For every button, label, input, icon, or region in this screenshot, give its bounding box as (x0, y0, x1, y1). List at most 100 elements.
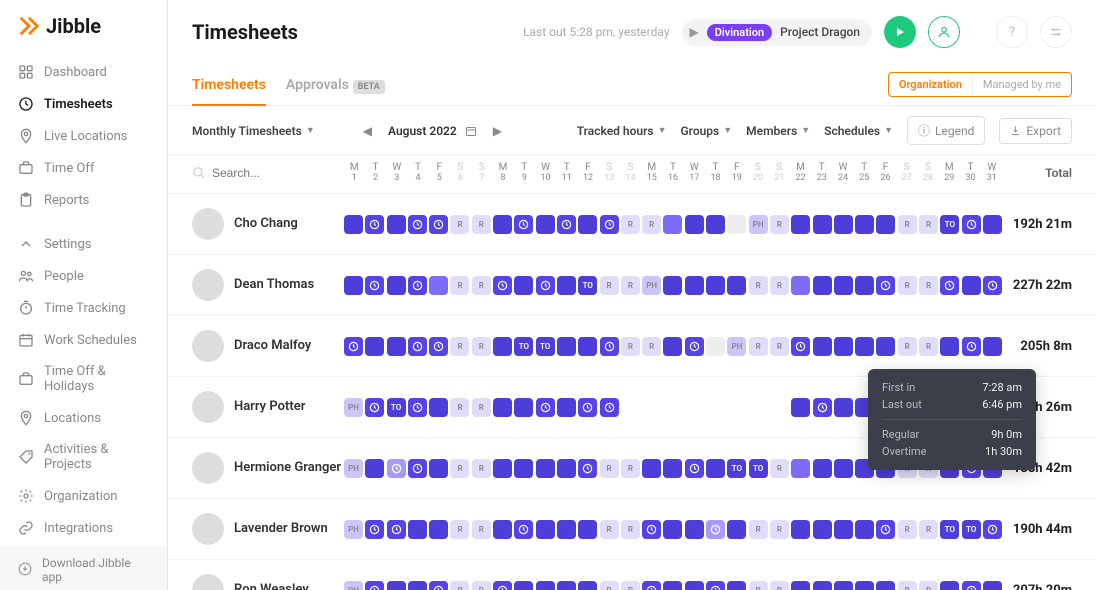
sidebar-item-locations[interactable]: Locations (0, 402, 167, 434)
day-cell[interactable]: R (919, 581, 938, 590)
employee-name[interactable]: Harry Potter (234, 399, 305, 415)
day-cell[interactable]: PH (642, 276, 661, 295)
employee-name[interactable]: Lavender Brown (234, 521, 328, 537)
day-cell[interactable] (663, 520, 682, 539)
day-cell[interactable]: R (621, 581, 640, 590)
day-cell[interactable] (387, 459, 406, 478)
day-cell[interactable]: R (919, 215, 938, 234)
day-cell[interactable] (706, 459, 725, 478)
day-cell[interactable]: R (770, 337, 789, 356)
day-cell[interactable] (962, 215, 981, 234)
day-cell[interactable]: R (621, 215, 640, 234)
day-cell[interactable]: R (472, 520, 491, 539)
day-cell[interactable] (791, 581, 810, 590)
day-cell[interactable] (578, 398, 597, 417)
day-cell[interactable] (408, 215, 427, 234)
play-button[interactable] (884, 16, 916, 48)
day-cell[interactable] (578, 520, 597, 539)
day-cell[interactable] (791, 398, 810, 417)
day-cell[interactable] (983, 276, 1002, 295)
tab-timesheets[interactable]: Timesheets (192, 65, 266, 105)
day-cell[interactable] (685, 581, 704, 590)
day-cell[interactable] (727, 520, 746, 539)
day-cell[interactable]: R (770, 520, 789, 539)
day-cell[interactable] (493, 215, 512, 234)
day-cell[interactable] (983, 337, 1002, 356)
day-cell[interactable] (387, 520, 406, 539)
day-cell[interactable] (834, 215, 853, 234)
day-cell[interactable]: R (621, 337, 640, 356)
day-cell[interactable]: PH (727, 337, 746, 356)
day-cell[interactable] (387, 276, 406, 295)
day-cell[interactable] (578, 459, 597, 478)
day-cell[interactable]: R (472, 276, 491, 295)
day-cell[interactable]: TO (749, 459, 768, 478)
day-cell[interactable] (983, 581, 1002, 590)
day-cell[interactable] (429, 337, 448, 356)
day-cell[interactable] (663, 276, 682, 295)
day-cell[interactable]: R (600, 581, 619, 590)
day-cell[interactable] (536, 215, 555, 234)
day-cell[interactable]: TO (514, 337, 533, 356)
day-cell[interactable] (663, 337, 682, 356)
scope-managed-by-me[interactable]: Managed by me (972, 73, 1071, 96)
day-cell[interactable] (940, 581, 959, 590)
day-cell[interactable]: R (642, 215, 661, 234)
day-cell[interactable]: PH (344, 581, 363, 590)
day-cell[interactable] (514, 276, 533, 295)
employee-name[interactable]: Cho Chang (234, 216, 298, 232)
day-cell[interactable]: R (898, 581, 917, 590)
day-cell[interactable] (536, 276, 555, 295)
sidebar-item-timesheets[interactable]: Timesheets (0, 88, 167, 120)
day-cell[interactable]: TO (962, 520, 981, 539)
day-cell[interactable] (557, 459, 576, 478)
sidebar-item-work-schedules[interactable]: Work Schedules (0, 324, 167, 356)
help-button[interactable]: ? (996, 16, 1028, 48)
day-cell[interactable]: R (600, 276, 619, 295)
day-cell[interactable]: R (898, 276, 917, 295)
day-cell[interactable] (557, 276, 576, 295)
day-cell[interactable] (408, 398, 427, 417)
day-cell[interactable] (578, 337, 597, 356)
filter-tracked-hours[interactable]: Tracked hours▼ (577, 124, 667, 138)
day-cell[interactable] (706, 215, 725, 234)
day-cell[interactable] (344, 337, 363, 356)
day-cell[interactable] (791, 459, 810, 478)
day-cell[interactable] (429, 459, 448, 478)
day-cell[interactable] (429, 215, 448, 234)
day-cell[interactable] (813, 459, 832, 478)
day-cell[interactable] (727, 215, 746, 234)
day-cell[interactable] (940, 337, 959, 356)
day-cell[interactable] (855, 581, 874, 590)
day-cell[interactable] (962, 581, 981, 590)
day-cell[interactable]: PH (749, 215, 768, 234)
day-cell[interactable] (791, 337, 810, 356)
day-cell[interactable]: TO (940, 520, 959, 539)
day-cell[interactable]: R (749, 276, 768, 295)
day-cell[interactable] (514, 215, 533, 234)
day-cell[interactable] (578, 215, 597, 234)
sidebar-item-time-off-holidays[interactable]: Time Off & Holidays (0, 356, 167, 402)
day-cell[interactable] (685, 459, 704, 478)
day-cell[interactable] (493, 581, 512, 590)
day-cell[interactable] (493, 398, 512, 417)
filter-schedules[interactable]: Schedules▼ (824, 124, 893, 138)
day-cell[interactable] (557, 398, 576, 417)
day-cell[interactable] (791, 276, 810, 295)
day-cell[interactable] (876, 337, 895, 356)
day-cell[interactable] (408, 337, 427, 356)
day-cell[interactable] (557, 520, 576, 539)
day-cell[interactable] (493, 520, 512, 539)
day-cell[interactable] (663, 459, 682, 478)
day-cell[interactable] (600, 398, 619, 417)
day-cell[interactable]: TO (578, 276, 597, 295)
day-cell[interactable] (834, 398, 853, 417)
prev-period-button[interactable]: ◀ (363, 124, 372, 138)
day-cell[interactable] (429, 581, 448, 590)
view-select[interactable]: Monthly Timesheets▼ (192, 124, 315, 138)
day-cell[interactable] (536, 520, 555, 539)
day-cell[interactable]: R (450, 215, 469, 234)
day-cell[interactable] (983, 215, 1002, 234)
day-cell[interactable] (557, 581, 576, 590)
sidebar-item-settings[interactable]: Settings (0, 228, 167, 260)
